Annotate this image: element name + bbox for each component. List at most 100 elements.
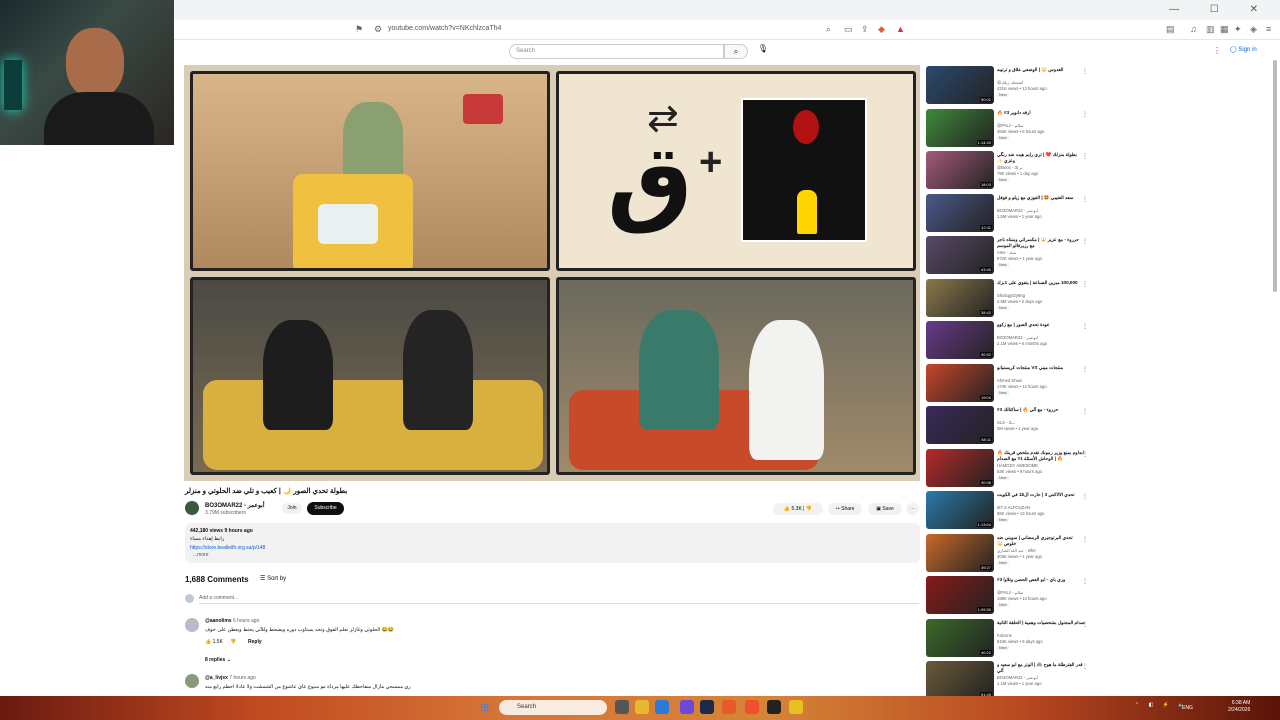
recommendation-channel[interactable]: HAMODY AWESOME — [997, 463, 1085, 468]
site-info-icon[interactable]: ⚙ — [374, 24, 382, 35]
recommendation-title[interactable]: أرقه دانوير 3# 🔥 — [997, 110, 1085, 116]
voice-search-button[interactable]: 🎙 — [756, 44, 770, 59]
vpn-icon[interactable]: ◈ — [1250, 24, 1257, 35]
recommendation-channel[interactable]: Ahmed Shaw — [997, 378, 1085, 383]
recommendation-title[interactable]: عودة تحدي الصور | مع زكوو — [997, 322, 1085, 328]
brave-shield-icon[interactable]: ◆ — [878, 24, 885, 35]
recommendation-thumbnail[interactable]: 50:02 — [926, 66, 994, 104]
recommendation-item[interactable]: 18:03 بطولة منزلك ❤️ | ثري رايم هيت ضد ر… — [926, 151, 1096, 189]
recommendation-item[interactable]: 43:40 حرروء - مع عزيز 🔱 | مكسراتي ومنتاه… — [926, 236, 1096, 274]
recommendation-title[interactable]: حرروء - مع آلي 🔥 | ساكتالك 3# — [997, 407, 1085, 413]
recommendation-channel[interactable]: M7.S ALFOUZAN — [997, 505, 1085, 510]
recommendation-channel[interactable]: BO3OMAR22 - أبوعمر — [997, 335, 1085, 340]
recommendation-title[interactable]: حرروء - مع عزيز 🔱 | مكسراتي ومنتاه ناجر … — [997, 237, 1085, 249]
recommendation-item[interactable]: 42:11 سعد العتيبي 🤩 | الفوزي مع زيلو و ف… — [926, 193, 1096, 232]
add-comment-input[interactable]: Add a comment... — [199, 595, 919, 604]
recommendation-thumbnail[interactable]: 18:03 — [926, 151, 994, 189]
more-options-icon[interactable]: ⋮ — [1082, 323, 1088, 330]
recommendation-item[interactable]: 1:09:30 وري باي - أبو العص الحصن وتلاوا … — [926, 576, 1096, 614]
system-tray-icons[interactable]: ⌃ ◧ ⚡ 🔈 — [1135, 702, 1189, 708]
recommendation-item[interactable]: 50:02 الغدوس 🔱 | الوضعي علاق و ترتيبه @أ… — [926, 66, 1096, 104]
app-icon[interactable] — [722, 700, 736, 714]
recommendation-thumbnail[interactable]: 1:14:43 — [926, 108, 994, 147]
comment-author[interactable]: @aanolims 6 hours ago — [205, 618, 259, 624]
more-options-icon[interactable]: ⋮ — [1082, 408, 1088, 415]
bookmark-icon[interactable]: ⚑ — [355, 24, 363, 35]
subscribe-button[interactable]: Subscribe — [307, 502, 344, 515]
recommendation-title[interactable]: 100,000 مبزين الصناعة | يتفوي على 1بزك — [997, 280, 1085, 286]
more-options-icon[interactable]: ⋮ — [1082, 153, 1088, 160]
zoom-icon[interactable]: ⌕ — [826, 24, 831, 35]
more-options-icon[interactable]: ⋮ — [1082, 621, 1088, 628]
recommendation-thumbnail[interactable]: 39:27 — [926, 533, 994, 572]
description-box[interactable] — [185, 523, 920, 563]
more-options-icon[interactable]: ⋮ — [1082, 366, 1088, 373]
wallet-icon[interactable]: ▦ — [1220, 24, 1229, 35]
recommendation-item[interactable]: 38:42 100,000 مبزين الصناعة | يتفوي على … — [926, 278, 1096, 317]
recommendation-thumbnail[interactable]: 1:13:04 — [926, 491, 994, 529]
channel-name[interactable]: BO3OMAR22 - أبوعمر — [205, 502, 264, 509]
recommendation-thumbnail[interactable]: 1:09:30 — [926, 576, 994, 614]
recommendation-thumbnail[interactable]: 38:42 — [926, 278, 994, 317]
recommendation-channel[interactable]: Falcons — [997, 633, 1085, 638]
search-input[interactable]: Search — [509, 44, 724, 59]
reading-list-icon[interactable]: ▥ — [1206, 24, 1215, 35]
share-page-icon[interactable]: ⇪ — [861, 24, 869, 35]
comment-avatar[interactable] — [185, 674, 199, 688]
recommendation-channel[interactable]: BO3OMAR22 - أبوعمر — [997, 208, 1085, 213]
video-player[interactable]: ⇄ ق + — [184, 65, 920, 481]
windows-start-icon[interactable]: ⊞ — [480, 701, 492, 714]
sidebar-toggle-icon[interactable]: ▤ — [1166, 24, 1175, 35]
obs-icon[interactable] — [767, 700, 781, 714]
recommendation-channel[interactable]: @أشجعك ريلك — [997, 80, 1085, 85]
rockstar-icon[interactable] — [789, 700, 803, 714]
recommendation-title[interactable]: وري باي - أبو العص الحصن وتلاوا 3# — [997, 577, 1085, 583]
recommendation-thumbnail[interactable]: 42:11 — [926, 193, 994, 232]
recommendation-title[interactable]: صدام المجنول بشخصيات وهمية | الحلقة الثا… — [997, 620, 1085, 626]
recommendation-item[interactable]: 30:52 عودة تحدي الصور | مع زكوو BO3OMAR2… — [926, 321, 1096, 359]
recommendation-channel[interactable]: @Bo0x - 3t نر — [997, 165, 1085, 170]
more-options-icon[interactable]: ⋮ — [1082, 68, 1088, 75]
recommendation-item[interactable]: 1:14:43 أرقه دانوير 3# 🔥 @PALz - سالم 36… — [926, 108, 1096, 147]
discord-icon[interactable] — [680, 700, 694, 714]
recommendation-title[interactable]: الغدوس 🔱 | الوضعي علاق و ترتيبه — [997, 67, 1085, 73]
sort-button[interactable]: ☰ Sort by — [260, 575, 286, 582]
recommendation-title[interactable]: منتجات ميني VS منتجات كريستيانو — [997, 365, 1085, 371]
recommendation-thumbnail[interactable]: 43:40 — [926, 236, 994, 274]
replies-toggle[interactable]: 8 replies ⌄ — [205, 657, 231, 663]
recommendation-item[interactable]: 40:22 صدام المجنول بشخصيات وهمية | الحلق… — [926, 618, 1096, 657]
like-dislike-button[interactable]: 👍 5.3K | 👎 — [773, 503, 823, 515]
install-icon[interactable]: ▭ — [844, 24, 853, 35]
recommendation-channel[interactable]: @PALz - سالم — [997, 590, 1085, 595]
recommendation-item[interactable]: 39:27 تحدي البرتوجيري الرمضاني | سويني ض… — [926, 533, 1096, 572]
recommendation-title[interactable]: سعد العتيبي 🤩 | الفوزي مع زيلو و فوفل — [997, 195, 1085, 201]
more-actions-button[interactable]: ⋯ — [906, 503, 919, 515]
clock[interactable]: 6:38 AM 2/24/2026 — [1228, 700, 1250, 714]
recommendation-channel[interactable]: BO3OMAR22 - أبوعمر — [997, 675, 1085, 680]
taskbar-search[interactable]: Search — [499, 700, 607, 715]
comment-reply-button[interactable]: Reply — [248, 639, 262, 645]
window-controls[interactable]: — ☐ ✕ — [1169, 4, 1272, 15]
url-text[interactable]: youtube.com/watch?v=NKchlzcaTh4 — [388, 25, 501, 32]
recommendation-channel[interactable]: SLS - 3ت — [997, 420, 1085, 425]
recommendation-thumbnail[interactable]: 30:36 — [926, 448, 994, 487]
more-options-icon[interactable]: ⋮ — [1082, 536, 1088, 543]
extensions-icon[interactable]: ✦ — [1234, 24, 1242, 35]
join-button[interactable]: Join — [282, 503, 302, 514]
search-button[interactable]: ⌕ — [724, 44, 748, 59]
file-explorer-icon[interactable] — [635, 700, 649, 714]
recommendation-title[interactable]: تحدي الالاكس 3 | حارت ال$1 في الكويت — [997, 492, 1085, 498]
brave-browser-icon[interactable] — [745, 700, 759, 714]
recommendation-item[interactable]: 1:13:04 تحدي الالاكس 3 | حارت ال$1 في ال… — [926, 491, 1096, 529]
recommendation-item[interactable]: 58:11 حرروء - مع آلي 🔥 | ساكتالك 3# SLS … — [926, 406, 1096, 444]
more-options-icon[interactable]: ⋮ — [1082, 663, 1088, 670]
more-options-icon[interactable]: ⋮ — [1082, 281, 1088, 288]
recommendation-thumbnail[interactable]: 19:04 — [926, 363, 994, 402]
comment-like-button[interactable]: 👍 1.5K — [205, 639, 223, 645]
recommendation-title[interactable]: قدر الفترطلة ما هوح 🙈 | الوتر مع ابو سعي… — [997, 662, 1085, 674]
more-options-icon[interactable]: ⋮ — [1082, 493, 1088, 500]
rewards-icon[interactable]: ▲ — [896, 24, 905, 34]
more-options-icon[interactable]: ⋮ — [1082, 238, 1088, 245]
recommendation-channel[interactable]: عبد الله الضاري - elfer — [997, 548, 1085, 553]
settings-kebab-icon[interactable]: ⋮ — [1213, 46, 1221, 55]
